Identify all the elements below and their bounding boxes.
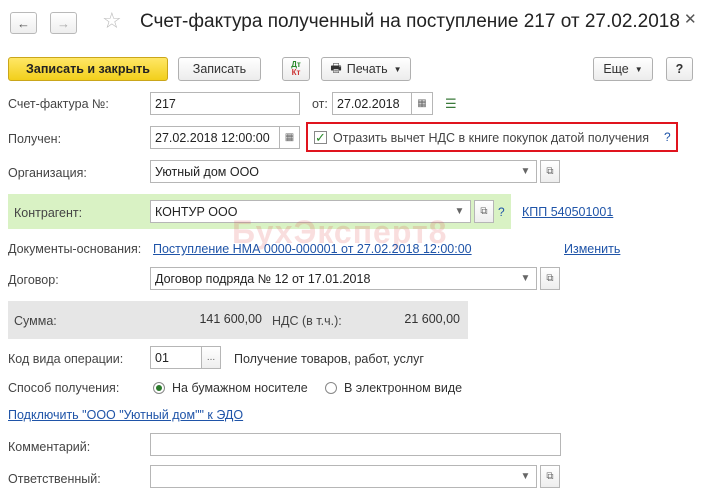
responsible-input[interactable] bbox=[150, 465, 516, 488]
invoice-date-input[interactable]: 27.02.2018 bbox=[332, 92, 412, 115]
radio-paper-label: На бумажном носителе bbox=[172, 381, 308, 395]
sum-label: Сумма: bbox=[14, 314, 57, 328]
chevron-down-icon[interactable]: ▼ bbox=[515, 465, 537, 488]
help-button[interactable]: ? bbox=[666, 57, 693, 81]
connect-edo-link[interactable]: Подключить "ООО "Уютный дом"" к ЭДО bbox=[8, 408, 243, 422]
chevron-down-icon[interactable]: ▼ bbox=[449, 200, 471, 223]
more-button[interactable]: Еще ▼ bbox=[593, 57, 653, 81]
back-button[interactable]: ← bbox=[10, 12, 37, 34]
comment-label: Комментарий: bbox=[8, 440, 91, 454]
printer-icon: 🖶 bbox=[330, 60, 342, 75]
calendar-icon[interactable]: ▦ bbox=[279, 126, 300, 149]
open-icon[interactable]: ⧉ bbox=[540, 465, 560, 488]
operation-code-input[interactable]: 01 bbox=[150, 346, 202, 369]
chevron-down-icon: ▼ bbox=[634, 64, 643, 74]
chevron-down-icon: ▼ bbox=[393, 64, 402, 74]
dt-kt-button[interactable]: Дт Кт bbox=[282, 57, 310, 81]
forward-button[interactable]: → bbox=[50, 12, 77, 34]
radio-paper[interactable] bbox=[153, 382, 165, 394]
change-documents-link[interactable]: Изменить bbox=[564, 242, 620, 256]
kt-label: Кт bbox=[291, 68, 301, 77]
radio-electronic-label: В электронном виде bbox=[344, 381, 463, 395]
open-icon[interactable]: ⧉ bbox=[540, 160, 560, 183]
comment-input[interactable] bbox=[150, 433, 561, 456]
responsible-label: Ответственный: bbox=[8, 472, 101, 486]
favorite-star-icon[interactable]: ☆ bbox=[102, 8, 122, 34]
arrow-left-icon: ← bbox=[17, 15, 30, 31]
vat-amount-label: НДС (в т.ч.): bbox=[272, 314, 342, 328]
from-label: от: bbox=[312, 97, 328, 111]
window-title: Счет-фактура полученный на поступление 2… bbox=[140, 11, 680, 32]
radio-electronic[interactable] bbox=[325, 382, 337, 394]
organization-input[interactable]: Уютный дом ООО bbox=[150, 160, 516, 183]
ellipsis-icon[interactable]: ... bbox=[201, 346, 221, 369]
print-button[interactable]: 🖶 Печать ▼ bbox=[321, 57, 411, 81]
contract-input[interactable]: Договор подряда № 12 от 17.01.2018 bbox=[150, 267, 516, 290]
counterparty-label: Контрагент: bbox=[14, 206, 83, 220]
documents-link[interactable]: Поступление НМА 0000-000001 от 27.02.201… bbox=[153, 242, 472, 256]
received-date-input[interactable]: 27.02.2018 12:00:00 bbox=[150, 126, 280, 149]
vat-help-icon[interactable]: ? bbox=[664, 130, 671, 144]
calendar-icon[interactable]: ▦ bbox=[411, 92, 433, 115]
close-icon[interactable]: ✕ bbox=[684, 10, 697, 28]
operation-code-label: Код вида операции: bbox=[8, 352, 124, 366]
print-label: Печать bbox=[346, 62, 388, 76]
invoice-number-input[interactable]: 217 bbox=[150, 92, 300, 115]
contract-label: Договор: bbox=[8, 273, 59, 287]
documents-label: Документы-основания: bbox=[8, 242, 142, 256]
invoice-number-label: Счет-фактура №: bbox=[8, 97, 109, 111]
save-button[interactable]: Записать bbox=[178, 57, 261, 81]
save-and-close-button[interactable]: Записать и закрыть bbox=[8, 57, 168, 81]
more-label: Еще bbox=[603, 62, 629, 76]
receipt-method-label: Способ получения: bbox=[8, 381, 120, 395]
vat-deduction-label: Отразить вычет НДС в книге покупок датой… bbox=[333, 131, 649, 145]
organization-label: Организация: bbox=[8, 166, 87, 180]
arrow-right-icon: → bbox=[57, 15, 70, 31]
open-icon[interactable]: ⧉ bbox=[474, 200, 494, 223]
list-icon[interactable]: ☰ bbox=[445, 96, 457, 112]
vat-amount-value: 21 600,00 bbox=[352, 307, 460, 332]
counterparty-help-icon[interactable]: ? bbox=[498, 205, 505, 219]
operation-code-description: Получение товаров, работ, услуг bbox=[234, 352, 424, 366]
open-icon[interactable]: ⧉ bbox=[540, 267, 560, 290]
sum-value: 141 600,00 bbox=[152, 307, 262, 332]
chevron-down-icon[interactable]: ▼ bbox=[515, 267, 537, 290]
kpp-link[interactable]: КПП 540501001 bbox=[522, 205, 613, 219]
chevron-down-icon[interactable]: ▼ bbox=[515, 160, 537, 183]
received-label: Получен: bbox=[8, 132, 62, 146]
vat-deduction-checkbox[interactable]: ✓ bbox=[314, 131, 327, 144]
